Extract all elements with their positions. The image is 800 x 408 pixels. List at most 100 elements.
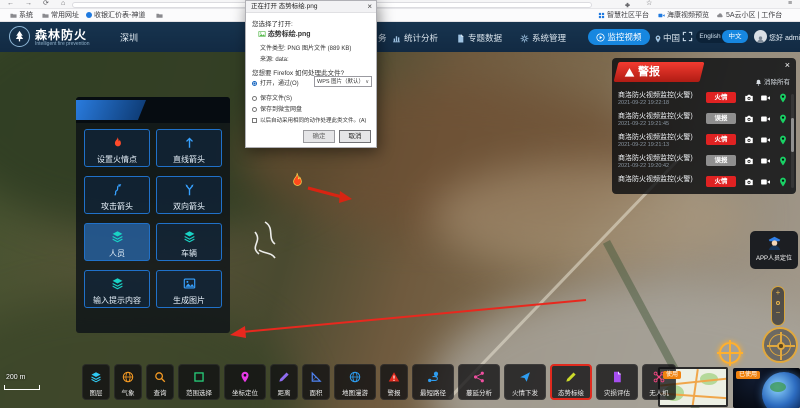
nav-item-system-management[interactable]: 系统管理 [520, 32, 566, 44]
monitor-video-button[interactable]: 监控视频 [588, 29, 650, 45]
nav-item-thematic-data[interactable]: 专题数据 [456, 32, 502, 44]
toolbar-layers-button[interactable]: 图层 [82, 364, 110, 400]
cancel-button[interactable]: 取消 [339, 130, 371, 143]
bookmark-folder-icon[interactable] [156, 10, 165, 21]
nav-item-partial[interactable]: 务 [378, 32, 387, 44]
video-icon[interactable] [760, 93, 771, 103]
video-icon[interactable] [760, 135, 771, 145]
input-prompt-button[interactable]: 输入提示内容 [84, 270, 150, 308]
personnel-button[interactable]: 人员 [84, 223, 150, 261]
toolbar-map-roam-button[interactable]: 地图漫游 [334, 364, 376, 400]
alarm-item[interactable]: 商洛防火视频监控(火警)2021-09-22 19:22:18 火情 [618, 90, 790, 111]
toolbar-distance-button[interactable]: 距离 [270, 364, 298, 400]
false-alarm-tag[interactable]: 误报 [706, 113, 736, 124]
ok-button[interactable]: 确定 [303, 130, 335, 143]
zoom-reset-dot[interactable] [776, 301, 780, 305]
extensions-puzzle-icon[interactable] [624, 2, 631, 9]
double-arrow-button[interactable]: 双向箭头 [156, 176, 222, 214]
alarm-item[interactable]: 商洛防火视频监控(火警) 火情 [618, 174, 790, 195]
toolbar-weather-button[interactable]: 气象 [114, 364, 142, 400]
forward-icon[interactable]: → [25, 0, 32, 8]
attack-arrow-button[interactable]: 攻击箭头 [84, 176, 150, 214]
alarm-item[interactable]: 商洛防火视频监控(火警)2021-09-22 19:21:45 误报 [618, 111, 790, 132]
fire-tag[interactable]: 火情 [706, 134, 736, 145]
nav-item-statistics[interactable]: 统计分析 [392, 32, 438, 44]
fire-tag[interactable]: 火情 [706, 92, 736, 103]
toolbar-damage-assess-button[interactable]: 灾损评估 [596, 364, 638, 400]
earth-icon [762, 372, 800, 408]
bookmark-item[interactable]: 海康视频预览 [658, 10, 709, 21]
globe-badge: 已使用 [736, 371, 760, 379]
police-officer-icon [766, 234, 783, 251]
alarm-scrollbar[interactable] [791, 94, 794, 188]
set-fire-point-button[interactable]: 设置火情点 [84, 129, 150, 167]
back-icon[interactable]: ← [7, 0, 14, 8]
dialog-file-row: 态势标绘.png [258, 29, 311, 39]
save-file-radio[interactable]: 保存文件(S) [252, 93, 292, 102]
lang-chinese[interactable]: 中文 [722, 30, 748, 43]
toolbar-query-button[interactable]: 查询 [146, 364, 174, 400]
remember-checkbox[interactable]: 以后自动采用相同的动作处理此类文件。(A) [252, 116, 366, 124]
toolbar-alarm-button[interactable]: 警报 [380, 364, 408, 400]
save-cloud-radio[interactable]: 保存到微宝网盘 [252, 104, 302, 113]
browser-menu-icon[interactable]: ≡ [788, 0, 792, 8]
toolbar-spread-analysis-button[interactable]: 蔓延分析 [458, 364, 500, 400]
toolbar-situation-plot-button[interactable]: 态势标绘 [550, 364, 592, 400]
alarm-close-icon[interactable]: × [785, 60, 790, 70]
alarm-item[interactable]: 商洛防火视频监控(火警)2021-09-22 19:20:42 误报 [618, 153, 790, 174]
straight-arrow-button[interactable]: 直线箭头 [156, 129, 222, 167]
camera-icon[interactable] [744, 114, 754, 124]
camera-icon[interactable] [744, 177, 754, 187]
language-toggle[interactable]: English 中文 [696, 30, 748, 43]
toolbar-range-select-button[interactable]: 范围选择 [178, 364, 220, 400]
reload-icon[interactable]: ⟳ [43, 0, 49, 8]
image-file-icon [258, 30, 266, 38]
map-zoom-control[interactable]: + − [771, 286, 785, 326]
video-icon[interactable] [760, 177, 771, 187]
country-selector[interactable]: 中国 [654, 32, 680, 44]
camera-icon[interactable] [744, 93, 754, 103]
lang-english[interactable]: English [696, 30, 724, 43]
zoom-out-button[interactable]: − [772, 307, 784, 319]
toolbar-drone-button[interactable]: 无人机 [642, 364, 676, 400]
toolbar-fire-dispatch-button[interactable]: 火情下发 [504, 364, 546, 400]
compass-widget[interactable] [762, 327, 798, 363]
bookmark-item[interactable]: 系统 [10, 10, 33, 21]
toolbar-area-button[interactable]: 面积 [302, 364, 330, 400]
location-pin-icon[interactable] [778, 135, 788, 145]
zoom-in-button[interactable]: + [772, 287, 784, 299]
dialog-close-icon[interactable]: × [367, 1, 372, 13]
situation-plot-panel: 设置火情点 直线箭头 攻击箭头 双向箭头 人员 车辆 输入提示内容 生成图片 [76, 97, 230, 333]
location-pin-icon[interactable] [778, 156, 788, 166]
vehicle-button[interactable]: 车辆 [156, 223, 222, 261]
radio-selected-icon [252, 81, 257, 86]
camera-icon[interactable] [744, 135, 754, 145]
toolbar-coordinate-locate-button[interactable]: 坐标定位 [224, 364, 266, 400]
toolbar-shortest-path-button[interactable]: 最短路径 [412, 364, 454, 400]
location-pin-icon[interactable] [778, 177, 788, 187]
avatar[interactable] [754, 30, 767, 43]
fire-point-icon [294, 173, 302, 185]
fire-tag[interactable]: 火情 [706, 176, 736, 187]
open-with-select[interactable]: WPS 图片（默认）∨ [314, 76, 372, 87]
location-pin-icon[interactable] [778, 93, 788, 103]
bookmark-item[interactable]: 智慧社区平台 [598, 10, 649, 21]
video-icon[interactable] [760, 114, 771, 124]
location-pin-icon[interactable] [778, 114, 788, 124]
bookmark-item[interactable]: 5A云小区 | 工作台 [716, 10, 782, 21]
bookmark-star-icon[interactable]: ☆ [646, 0, 652, 8]
video-icon[interactable] [760, 156, 771, 166]
generate-image-button[interactable]: 生成图片 [156, 270, 222, 308]
open-with-radio[interactable]: 打开，通过(O) [252, 78, 299, 87]
home-icon[interactable]: ⌂ [61, 0, 65, 8]
alarm-item[interactable]: 商洛防火视频监控(火警)2021-09-22 19:21:13 火情 [618, 132, 790, 153]
fullscreen-icon[interactable] [682, 31, 693, 42]
bookmark-item[interactable]: 常用网址 [42, 10, 79, 21]
chevron-down-icon: ∨ [365, 77, 369, 87]
clear-all-alarms-button[interactable]: 消除所有 [755, 76, 790, 86]
globe-3d-toggle[interactable]: 已使用 [733, 368, 800, 408]
bookmark-item[interactable]: 收银汇价表-神道 [86, 10, 145, 21]
false-alarm-tag[interactable]: 误报 [706, 155, 736, 166]
camera-icon[interactable] [744, 156, 754, 166]
app-personnel-locate-button[interactable]: APP人员定位 [750, 231, 798, 269]
